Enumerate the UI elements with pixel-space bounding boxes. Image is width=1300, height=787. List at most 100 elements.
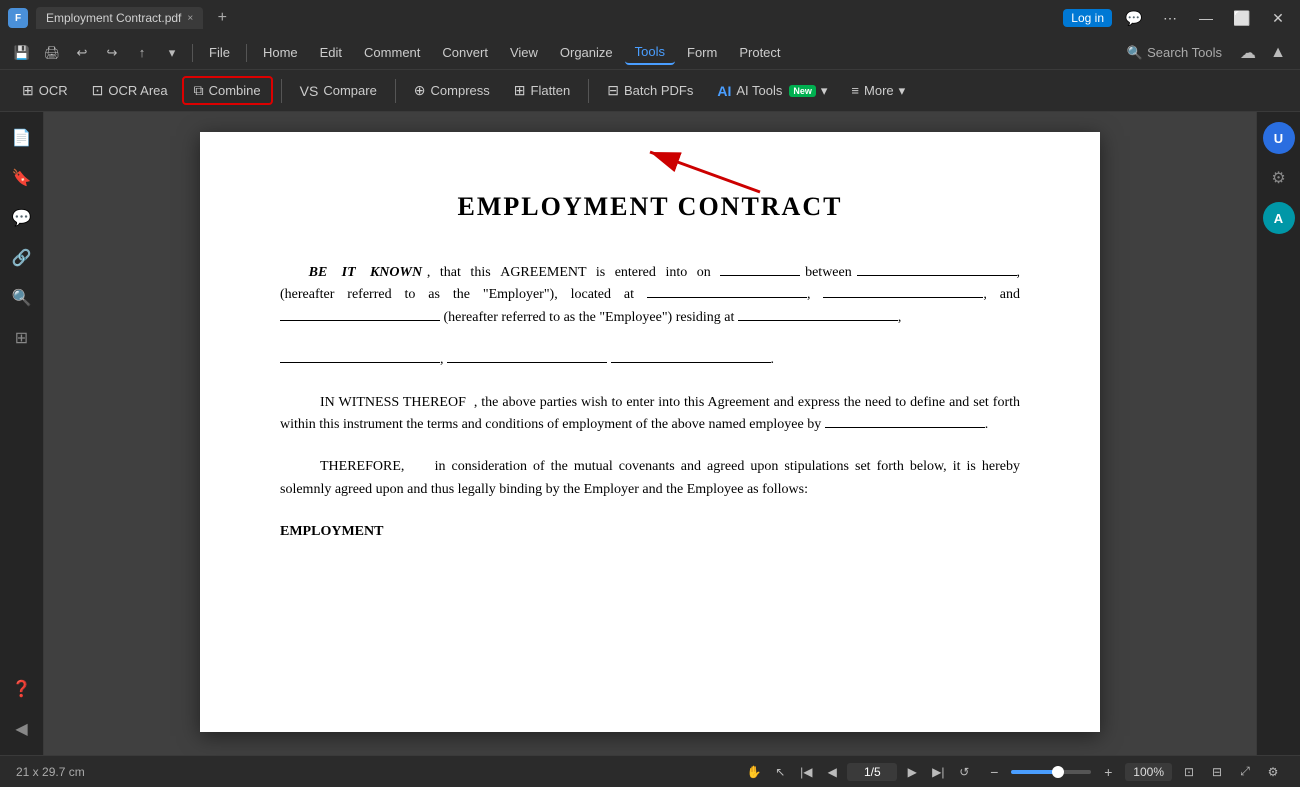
search-tools-button[interactable]: 🔍 Search Tools: [1117, 42, 1232, 64]
compress-label: Compress: [431, 83, 490, 98]
app-logo: F: [8, 8, 28, 28]
minimize-icon[interactable]: —: [1192, 4, 1220, 32]
flatten-button[interactable]: ⊞ Flatten: [504, 77, 580, 104]
menu-protect[interactable]: Protect: [729, 41, 790, 64]
maximize-icon[interactable]: ⬜: [1228, 4, 1256, 32]
menu-bar: 💾 🖨 ↩ ↪ ↑ ▾ File Home Edit Comment Conve…: [0, 36, 1300, 70]
zoom-out-button[interactable]: −: [983, 761, 1005, 783]
toolbar: ⊞ OCR ⊡ OCR Area ⧉ Combine VS Compare ⊕ …: [0, 70, 1300, 112]
pdf-paragraph-1-end: , .: [280, 349, 1020, 371]
rotate-left-icon[interactable]: ↺: [953, 761, 975, 783]
more-button[interactable]: ≡ More ▾: [841, 78, 915, 104]
title-bar: F Employment Contract.pdf × + Log in 💬 ⋯…: [0, 0, 1300, 36]
first-page-button[interactable]: |◀: [795, 761, 817, 783]
selection-tool-icon[interactable]: ↖: [769, 761, 791, 783]
prev-page-button[interactable]: ◀: [821, 761, 843, 783]
menu-organize[interactable]: Organize: [550, 41, 623, 64]
notification-icon[interactable]: 💬: [1120, 4, 1148, 32]
compress-icon: ⊕: [414, 82, 426, 99]
toolbar-separator-2: [395, 79, 396, 103]
print-icon[interactable]: 🖨: [38, 39, 66, 67]
redo-icon[interactable]: ↪: [98, 39, 126, 67]
compare-button[interactable]: VS Compare: [290, 78, 387, 104]
menu-comment[interactable]: Comment: [354, 41, 430, 64]
pdf-area[interactable]: EMPLOYMENT CONTRACT BE IT KNOWN , that t…: [44, 112, 1256, 755]
toolbar-separator-1: [281, 79, 282, 103]
new-tab-button[interactable]: +: [211, 7, 233, 29]
pdf-body: BE IT KNOWN , that this AGREEMENT is ent…: [280, 262, 1020, 544]
menu-file[interactable]: File: [199, 41, 240, 64]
menu-convert[interactable]: Convert: [432, 41, 498, 64]
sidebar-bookmark-icon[interactable]: 🔖: [4, 160, 40, 196]
ocr-area-label: OCR Area: [108, 83, 167, 98]
right-settings-icon[interactable]: ⚙: [1261, 160, 1297, 196]
sidebar-thumbnail-icon[interactable]: 📄: [4, 120, 40, 156]
more-dropdown-icon: ▾: [899, 83, 906, 99]
ai-tools-dropdown-icon: ▾: [821, 83, 828, 99]
menu-separator: [192, 44, 193, 62]
toolbar-separator-3: [588, 79, 589, 103]
sidebar-comment-icon[interactable]: 💬: [4, 200, 40, 236]
sidebar-collapse-icon[interactable]: ◀: [4, 711, 40, 747]
combine-button[interactable]: ⧉ Combine: [182, 76, 273, 105]
compare-icon: VS: [300, 83, 319, 99]
login-button[interactable]: Log in: [1063, 9, 1112, 27]
avatar-user[interactable]: U: [1261, 120, 1297, 156]
fit-width-button[interactable]: ⊟: [1206, 761, 1228, 783]
more-icon: ≡: [851, 83, 859, 98]
save-icon[interactable]: 💾: [8, 39, 36, 67]
undo-icon[interactable]: ↩: [68, 39, 96, 67]
pdf-document-title: EMPLOYMENT CONTRACT: [280, 192, 1020, 222]
dropdown-icon[interactable]: ▾: [158, 39, 186, 67]
batch-pdfs-button[interactable]: ⊟ Batch PDFs: [597, 77, 703, 104]
main-layout: 📄 🔖 💬 🔗 🔍 ⊞ ❓ ◀ EMPLOYMENT CONTRACT: [0, 112, 1300, 755]
avatar-ai[interactable]: A: [1261, 200, 1297, 236]
new-badge: New: [789, 85, 816, 97]
pdf-page: EMPLOYMENT CONTRACT BE IT KNOWN , that t…: [200, 132, 1100, 732]
ocr-area-icon: ⊡: [92, 82, 104, 99]
sidebar-search-icon[interactable]: 🔍: [4, 280, 40, 316]
pdf-paragraph-1: BE IT KNOWN , that this AGREEMENT is ent…: [280, 262, 1020, 329]
menu-home[interactable]: Home: [253, 41, 308, 64]
compress-button[interactable]: ⊕ Compress: [404, 77, 500, 104]
sidebar-help-icon[interactable]: ❓: [4, 671, 40, 707]
batch-pdfs-icon: ⊟: [607, 82, 619, 99]
close-icon[interactable]: ✕: [1264, 4, 1292, 32]
settings-button[interactable]: ⚙: [1262, 761, 1284, 783]
tab-close-button[interactable]: ×: [187, 13, 193, 24]
menu-form[interactable]: Form: [677, 41, 727, 64]
sidebar-layers-icon[interactable]: ⊞: [4, 320, 40, 356]
zoom-percentage: 100%: [1125, 763, 1172, 781]
fullscreen-button[interactable]: ⤢: [1234, 761, 1256, 783]
more-options-icon[interactable]: ⋯: [1156, 4, 1184, 32]
page-navigation: ✋ ↖ |◀ ◀ 1/5 ▶ ▶| ↺: [743, 761, 975, 783]
ocr-label: OCR: [39, 83, 68, 98]
ocr-button[interactable]: ⊞ OCR: [12, 77, 78, 104]
status-bar: 21 x 29.7 cm ✋ ↖ |◀ ◀ 1/5 ▶ ▶| ↺ − + 100…: [0, 755, 1300, 787]
document-tab[interactable]: Employment Contract.pdf ×: [36, 7, 203, 29]
next-page-button[interactable]: ▶: [901, 761, 923, 783]
menu-view[interactable]: View: [500, 41, 548, 64]
share-icon[interactable]: ↑: [128, 39, 156, 67]
ocr-area-button[interactable]: ⊡ OCR Area: [82, 77, 178, 104]
more-label: More: [864, 83, 894, 98]
ai-tools-icon: AI: [717, 83, 731, 99]
hand-tool-icon[interactable]: ✋: [743, 761, 765, 783]
zoom-in-button[interactable]: +: [1097, 761, 1119, 783]
last-page-button[interactable]: ▶|: [927, 761, 949, 783]
sidebar-link-icon[interactable]: 🔗: [4, 240, 40, 276]
flatten-label: Flatten: [531, 83, 571, 98]
zoom-slider[interactable]: [1011, 770, 1091, 774]
ai-tools-button[interactable]: AI AI Tools New ▾: [707, 78, 837, 104]
upload-button[interactable]: ☁: [1234, 39, 1262, 67]
menu-tools[interactable]: Tools: [625, 40, 675, 65]
collapse-icon[interactable]: ▲: [1264, 39, 1292, 67]
user-avatar: U: [1263, 122, 1295, 154]
flatten-icon: ⊞: [514, 82, 526, 99]
page-input[interactable]: 1/5: [847, 763, 897, 781]
fit-page-button[interactable]: ⊡: [1178, 761, 1200, 783]
menu-edit[interactable]: Edit: [310, 41, 352, 64]
search-tools-label: Search Tools: [1147, 45, 1222, 60]
batch-pdfs-label: Batch PDFs: [624, 83, 693, 98]
compare-label: Compare: [323, 83, 376, 98]
